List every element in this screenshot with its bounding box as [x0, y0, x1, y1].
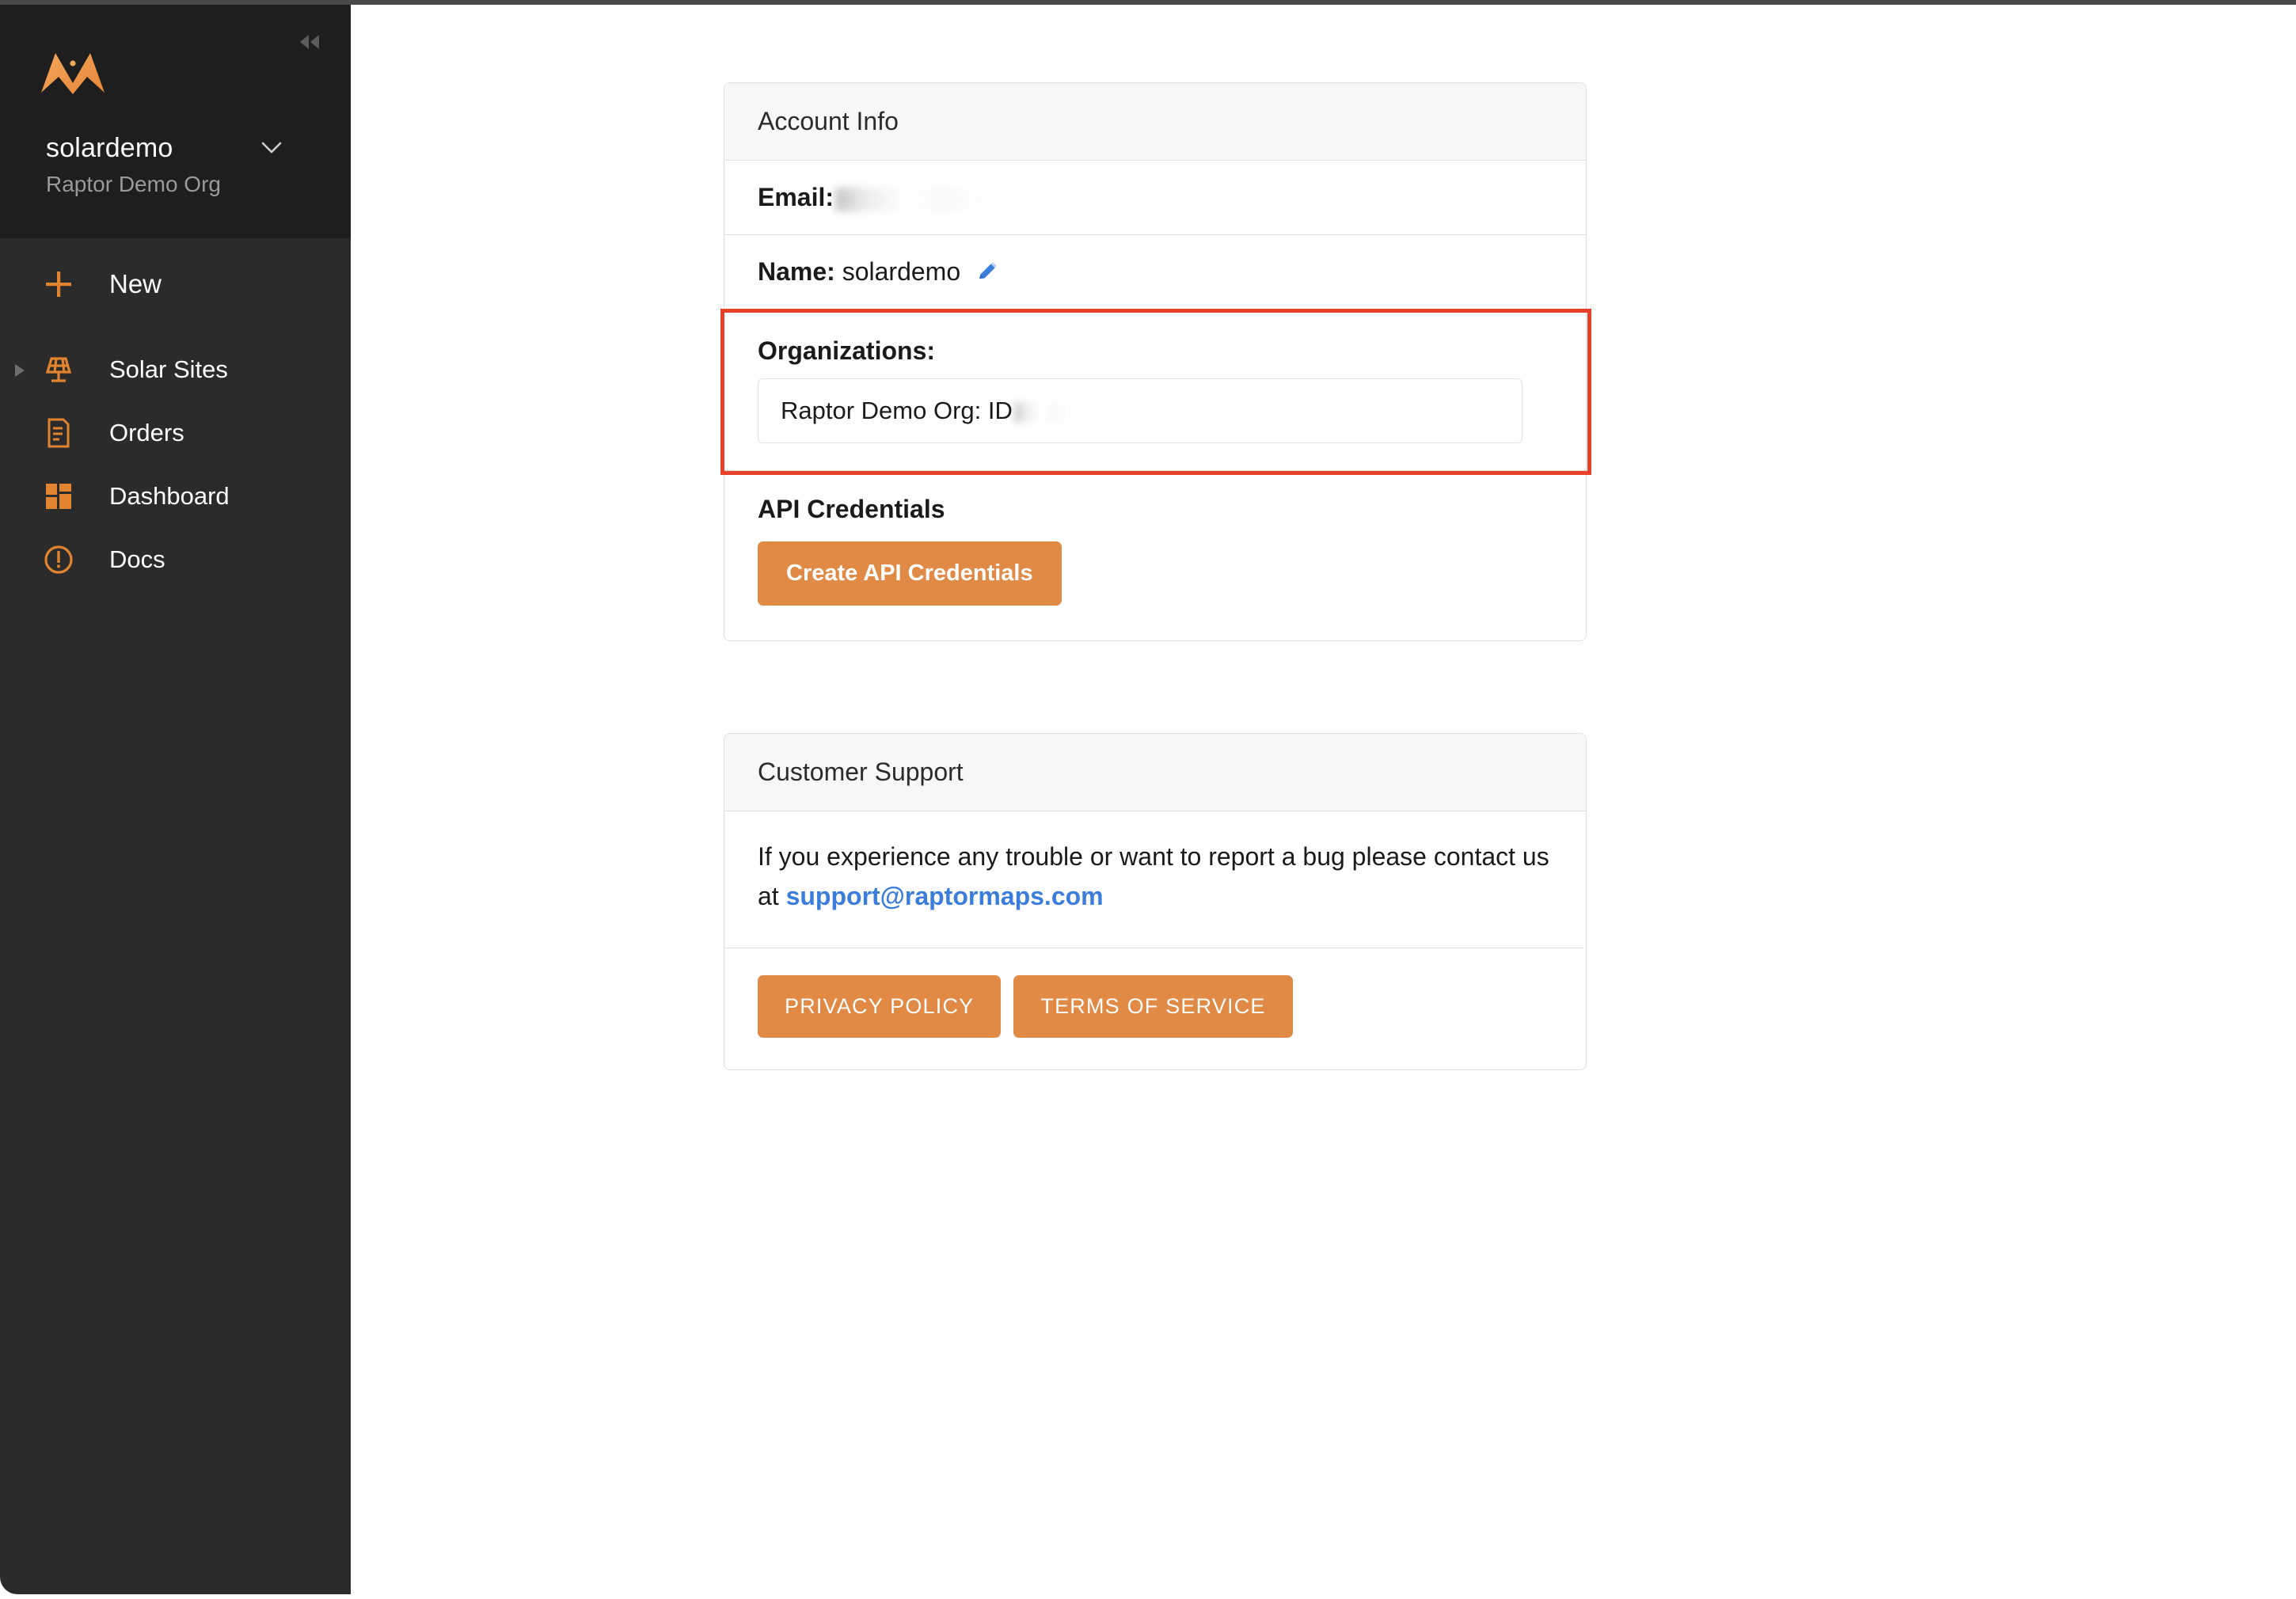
organization-list-item[interactable]: Raptor Demo Org: ID	[758, 378, 1522, 443]
sidebar-collapse-button[interactable]	[294, 25, 327, 59]
sidebar-item-label: Docs	[109, 545, 165, 573]
main-content: Account Info Email: Name: solardemo Orga…	[351, 5, 2296, 1599]
expand-triangle-icon[interactable]	[13, 363, 27, 377]
sidebar-item-label: Orders	[109, 419, 184, 446]
customer-support-header: Customer Support	[724, 734, 1586, 811]
sidebar-item-label: Dashboard	[109, 482, 230, 510]
document-icon	[36, 416, 81, 450]
api-credentials-section: API Credentials Create API Credentials	[724, 471, 1586, 640]
organization-id-redacted	[1013, 401, 1082, 423]
support-email-link[interactable]: support@raptormaps.com	[786, 882, 1104, 910]
name-label: Name:	[758, 257, 835, 286]
account-info-header: Account Info	[724, 83, 1586, 161]
organizations-row-highlighted: Organizations: Raptor Demo Org: ID	[720, 309, 1591, 475]
sidebar: solardemo Raptor Demo Org New Solar Site…	[0, 5, 351, 1594]
api-credentials-label: API Credentials	[758, 495, 945, 523]
email-value-redacted	[835, 187, 1026, 211]
exclamation-circle-icon	[36, 542, 81, 577]
name-value: solardemo	[842, 257, 961, 286]
organization-text: Raptor Demo Org: ID	[781, 397, 1013, 424]
email-row: Email:	[724, 161, 1586, 235]
privacy-policy-button[interactable]: PRIVACY POLICY	[758, 975, 1002, 1038]
pencil-edit-icon[interactable]	[975, 260, 999, 290]
sidebar-header: solardemo Raptor Demo Org	[0, 5, 351, 238]
email-label: Email:	[758, 183, 834, 211]
raptor-logo-icon	[41, 53, 105, 94]
support-actions: PRIVACY POLICY TERMS OF SERVICE	[724, 948, 1586, 1069]
double-chevron-left-icon	[300, 35, 319, 49]
customer-support-card: Customer Support If you experience any t…	[724, 733, 1587, 1070]
chevron-down-icon	[261, 142, 282, 154]
sidebar-item-label: New	[109, 269, 162, 298]
sidebar-item-new[interactable]: New	[0, 253, 351, 316]
name-row: Name: solardemo	[724, 235, 1586, 313]
account-organization: Raptor Demo Org	[46, 172, 221, 196]
create-api-credentials-button[interactable]: Create API Credentials	[758, 541, 1062, 606]
raptor-maps-logo[interactable]	[40, 48, 106, 97]
organizations-label: Organizations:	[758, 336, 936, 365]
sidebar-item-label: Solar Sites	[109, 355, 228, 383]
sidebar-item-orders[interactable]: Orders	[0, 401, 351, 465]
solar-panel-icon	[36, 351, 81, 388]
support-body-text: If you experience any trouble or want to…	[724, 811, 1583, 948]
sidebar-item-docs[interactable]: Docs	[0, 528, 351, 591]
account-switcher[interactable]: solardemo Raptor Demo Org	[46, 131, 327, 199]
grid-dashboard-icon	[36, 480, 81, 513]
plus-icon	[36, 267, 81, 302]
terms-of-service-button[interactable]: TERMS OF SERVICE	[1013, 975, 1293, 1038]
account-info-card: Account Info Email: Name: solardemo Orga…	[720, 82, 1591, 641]
sidebar-nav: New Solar Sites Orders Dashboard Docs	[0, 238, 351, 591]
sidebar-item-solar-sites[interactable]: Solar Sites	[0, 338, 351, 401]
sidebar-item-dashboard[interactable]: Dashboard	[0, 465, 351, 528]
account-switcher-caret[interactable]	[257, 133, 286, 161]
